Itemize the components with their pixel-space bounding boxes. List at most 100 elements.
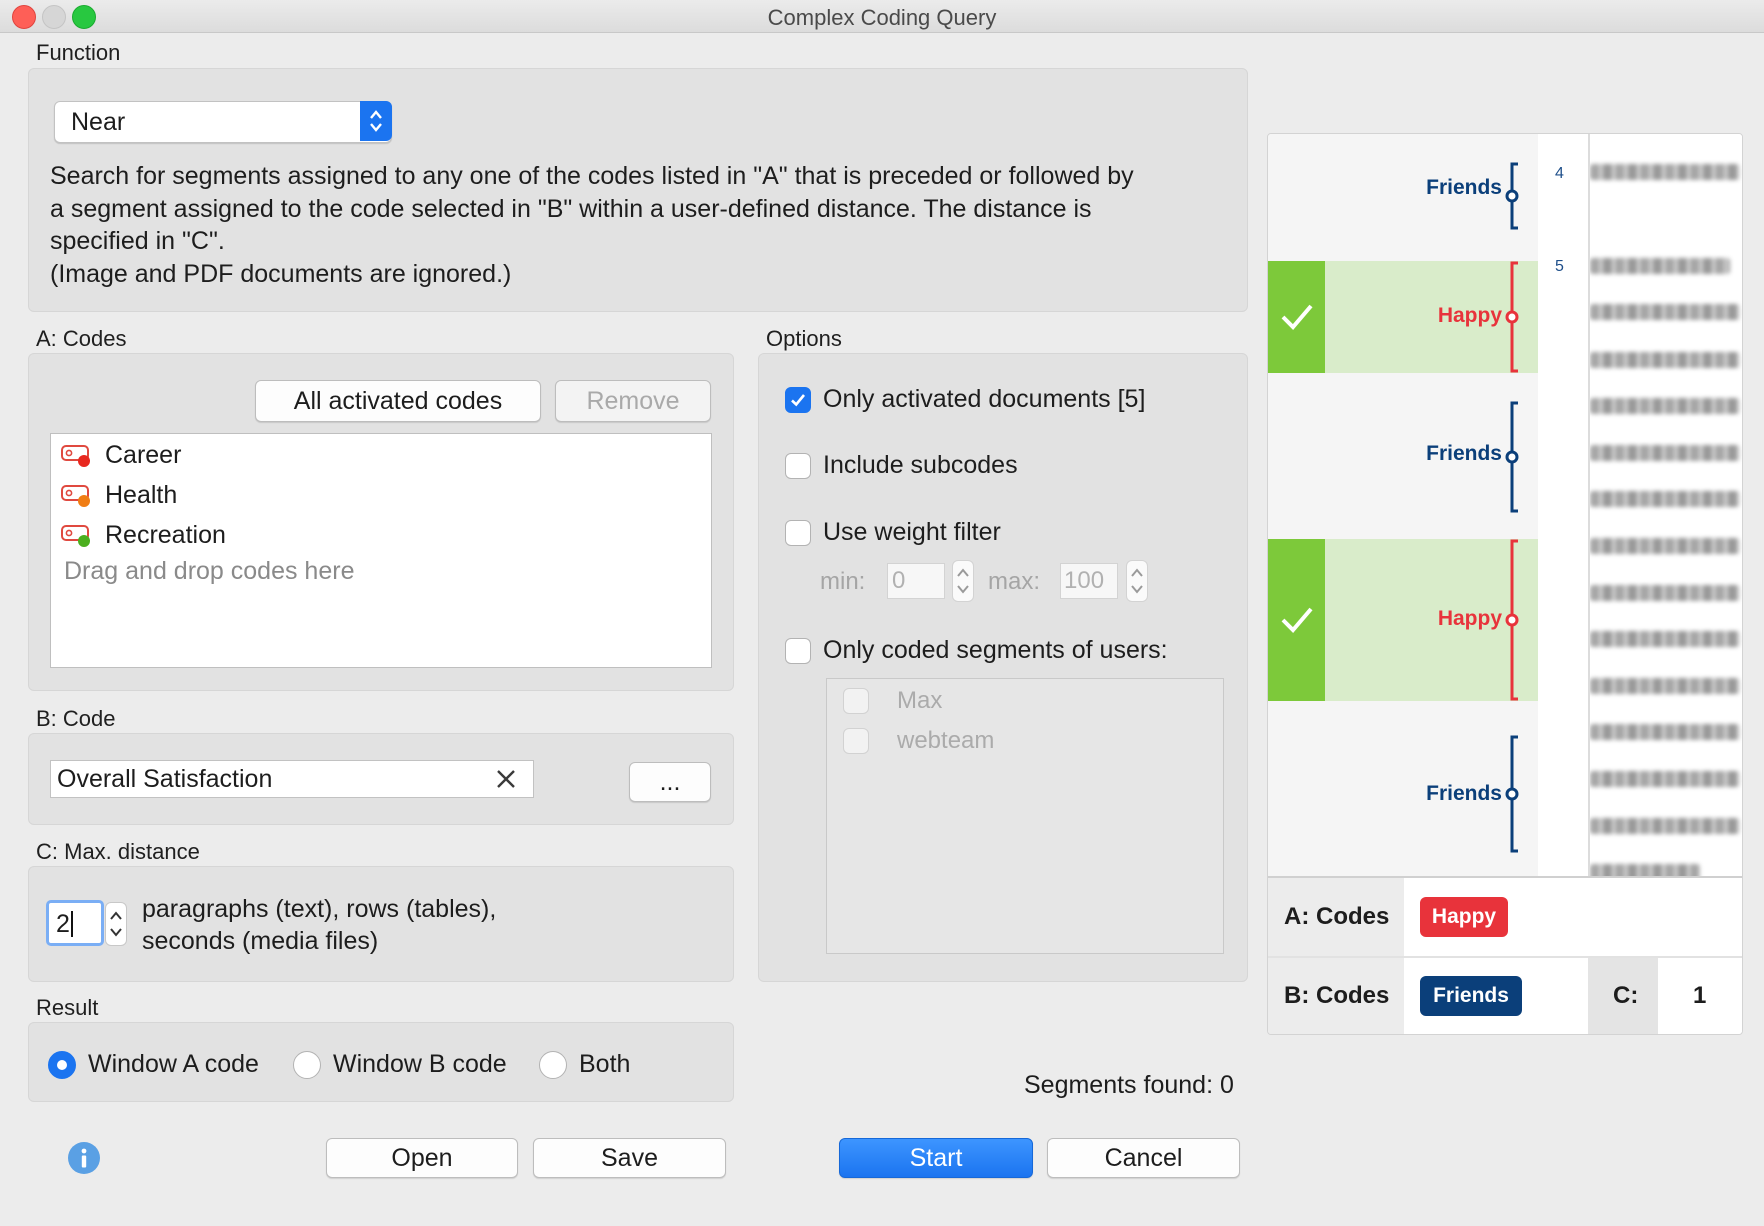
code-tag-icon (61, 524, 91, 547)
distance-label: C: Max. distance (36, 839, 200, 864)
users-list: Max webteam (826, 678, 1224, 954)
function-description-line: a segment assigned to the code selected … (50, 194, 1092, 223)
function-select-value: Near (71, 108, 126, 136)
distance-stepper[interactable] (105, 902, 127, 946)
code-tag-icon (61, 444, 91, 467)
segment-happy-match: Happy (1268, 539, 1538, 701)
codes-a-label: A: Codes (36, 326, 127, 351)
function-description-line: specified in "C". (50, 227, 225, 255)
distance-unit-line: paragraphs (text), rows (tables), (142, 895, 497, 923)
stepper-arrows-icon (957, 568, 969, 594)
user-label: webteam (897, 727, 995, 754)
distance-input[interactable]: 2 (46, 900, 104, 946)
segment-friends: Friends (1268, 134, 1538, 259)
legend-row-divider (1268, 956, 1742, 958)
code-list-item-career[interactable]: Career (61, 441, 181, 470)
all-activated-codes-button[interactable]: All activated codes (255, 380, 541, 422)
checkbox[interactable] (785, 452, 811, 479)
text-line (1590, 258, 1730, 274)
weight-max-stepper[interactable] (1126, 560, 1148, 602)
document-text-blurred (1590, 134, 1742, 876)
distance-unit-line: seconds (media files) (142, 927, 379, 955)
drop-hint: Drag and drop codes here (64, 557, 355, 585)
line-number-column (1538, 134, 1588, 876)
text-caret (71, 911, 73, 937)
text-line (1590, 724, 1740, 740)
segment-happy-match: Happy (1268, 261, 1538, 373)
segment-bracket-icon (1505, 162, 1519, 230)
code-b-value: Overall Satisfaction (57, 765, 273, 793)
clear-icon[interactable] (495, 768, 517, 795)
save-button[interactable]: Save (533, 1138, 726, 1178)
stepper-arrows-icon (110, 911, 122, 937)
text-line (1590, 864, 1700, 876)
code-list-item-recreation[interactable]: Recreation (61, 521, 226, 550)
open-button[interactable]: Open (326, 1138, 518, 1178)
text-line (1590, 445, 1740, 461)
code-list-item-label: Career (105, 441, 182, 469)
remove-button[interactable]: Remove (555, 380, 711, 422)
user-item-webteam: webteam (843, 727, 994, 755)
radio-label: Window B code (333, 1050, 507, 1078)
checkbox[interactable] (785, 386, 811, 413)
weight-max-input[interactable]: 100 (1060, 563, 1118, 599)
text-line (1590, 538, 1740, 554)
match-check-icon (1268, 539, 1325, 701)
code-b-field[interactable]: Overall Satisfaction (50, 760, 534, 798)
code-b-label: B: Code (36, 706, 116, 731)
distance-units: paragraphs (text), rows (tables), second… (142, 893, 496, 957)
text-line (1590, 164, 1740, 180)
legend-c-label: C: (1613, 982, 1639, 1009)
checkbox[interactable] (785, 519, 811, 546)
checkbox[interactable] (785, 637, 811, 664)
checkbox (843, 688, 869, 714)
radio-both[interactable]: Both (539, 1050, 630, 1079)
start-button[interactable]: Start (839, 1138, 1033, 1178)
result-label: Result (36, 995, 99, 1020)
radio-window-b-code[interactable]: Window B code (293, 1050, 507, 1079)
segment-label: Friends (1426, 442, 1502, 465)
only-activated-docs-option[interactable]: Only activated documents [5] (785, 385, 1145, 414)
checkmark-icon (791, 393, 806, 406)
legend-a-code-pill: Happy (1420, 897, 1508, 937)
function-select[interactable]: Near (54, 101, 392, 143)
line-number: 5 (1555, 258, 1564, 275)
function-description: Search for segments assigned to any one … (50, 160, 1240, 290)
radio-button[interactable] (293, 1050, 321, 1079)
title-bar: Complex Coding Query (0, 0, 1764, 33)
user-label: Max (897, 687, 943, 714)
text-line (1590, 678, 1740, 694)
text-line (1590, 398, 1740, 414)
code-list-item-label: Health (105, 481, 178, 509)
info-icon[interactable] (68, 1142, 100, 1174)
text-line (1590, 818, 1740, 834)
options-label: Options (766, 326, 842, 351)
window-title: Complex Coding Query (767, 5, 997, 30)
browse-code-button[interactable]: ... (629, 762, 711, 802)
segment-bracket-icon (1505, 401, 1519, 513)
text-line (1590, 352, 1740, 368)
radio-button[interactable] (48, 1050, 76, 1079)
use-weight-filter-option[interactable]: Use weight filter (785, 518, 1001, 547)
codes-a-list[interactable]: Career Health Recreation Drag and drop c… (50, 433, 712, 668)
match-check-icon (1268, 261, 1325, 373)
radio-window-a-code[interactable]: Window A code (48, 1050, 259, 1079)
function-label: Function (36, 40, 121, 65)
segment-friends: Friends (1268, 399, 1538, 514)
stepper-arrows-icon (1131, 568, 1143, 594)
weight-min-stepper[interactable] (952, 560, 974, 602)
only-users-option[interactable]: Only coded segments of users: (785, 636, 1168, 665)
function-description-line: Search for segments assigned to any one … (50, 162, 1134, 190)
weight-min-input[interactable]: 0 (887, 563, 945, 599)
include-subcodes-option[interactable]: Include subcodes (785, 451, 1018, 480)
radio-button[interactable] (539, 1050, 567, 1079)
code-list-item-health[interactable]: Health (61, 481, 177, 510)
text-line (1590, 631, 1740, 647)
checkbox (843, 728, 869, 754)
text-line (1590, 771, 1740, 787)
segment-label: Happy (1437, 607, 1502, 630)
cancel-button[interactable]: Cancel (1047, 1138, 1240, 1178)
weight-max-label: max: (988, 568, 1041, 595)
segment-label: Friends (1426, 176, 1502, 199)
option-label: Only coded segments of users: (823, 636, 1168, 664)
